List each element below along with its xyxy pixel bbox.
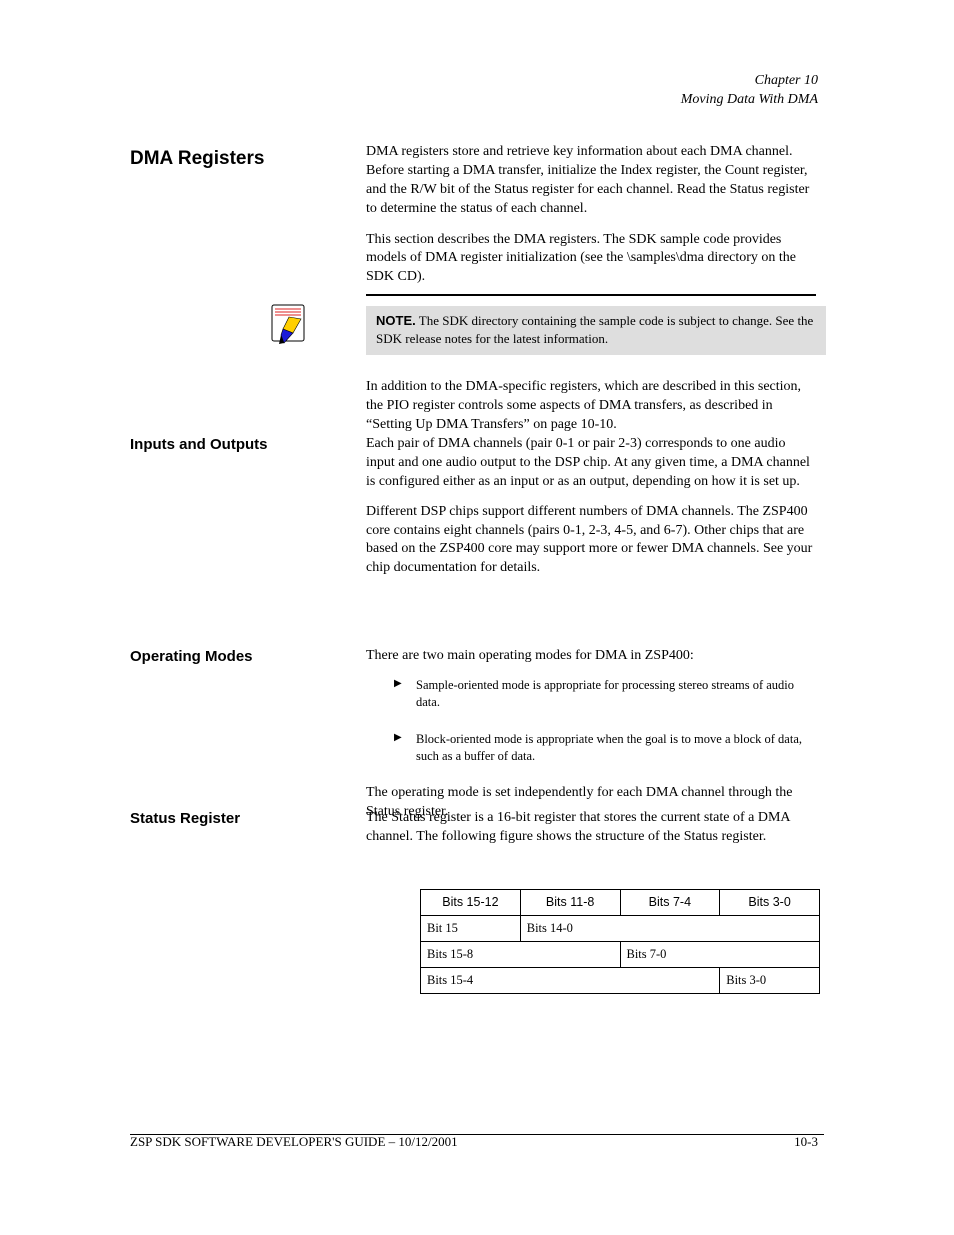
note-text: The SDK directory containing the sample … — [376, 313, 813, 346]
body-operating-modes: There are two main operating modes for D… — [366, 647, 816, 833]
subtitle-operating-modes: Operating Modes — [130, 647, 253, 667]
running-header-line1: Chapter 10 — [681, 72, 818, 91]
status-register-table: Bits 15-12 Bits 11-8 Bits 7-4 Bits 3-0 B… — [420, 889, 820, 994]
bits-15-4: Bits 15-4 — [421, 967, 720, 993]
ops-bullet-2: Block-oriented mode is appropriate when … — [394, 731, 816, 765]
rule-above-note — [366, 294, 816, 296]
bits-14-0: Bits 14-0 — [520, 915, 819, 941]
bits-7-4: Bits 7-4 — [620, 890, 720, 916]
subtitle-status-register: Status Register — [130, 809, 240, 829]
footer-left: ZSP SDK SOFTWARE DEVELOPER'S GUIDE – 10/… — [130, 1133, 458, 1151]
footer-right: 10-3 — [794, 1133, 818, 1151]
bits-3-0: Bits 3-0 — [720, 890, 820, 916]
body-inputs-outputs: Each pair of DMA channels (pair 0-1 or p… — [366, 435, 816, 589]
inouts-p1: Each pair of DMA channels (pair 0-1 or p… — [366, 435, 816, 492]
note-box: NOTE. The SDK directory containing the s… — [366, 306, 826, 355]
intro-block: DMA registers store and retrieve key inf… — [366, 143, 816, 299]
ops-intro: There are two main operating modes for D… — [366, 647, 816, 666]
table-row: Bits 15-12 Bits 11-8 Bits 7-4 Bits 3-0 — [421, 890, 820, 916]
bits-7-0-b: Bits 7-0 — [620, 941, 820, 967]
table-row: Bit 15 Bits 14-0 — [421, 915, 820, 941]
bits-15-8: Bits 15-8 — [421, 941, 621, 967]
para-after-note: In addition to the DMA-specific register… — [366, 378, 816, 435]
section-title: DMA Registers — [130, 146, 264, 172]
bits-15-12: Bits 15-12 — [421, 890, 521, 916]
intro-para-2: This section describes the DMA registers… — [366, 231, 816, 288]
subtitle-inputs-outputs: Inputs and Outputs — [130, 435, 267, 455]
bit-15: Bit 15 — [421, 915, 521, 941]
document-page: Chapter 10 Moving Data With DMA DMA Regi… — [0, 0, 954, 1235]
intro-para-1: DMA registers store and retrieve key inf… — [366, 143, 816, 219]
after-note-text: In addition to the DMA-specific register… — [366, 378, 816, 435]
status-intro: The Status register is a 16-bit register… — [366, 809, 816, 847]
running-header: Chapter 10 Moving Data With DMA — [681, 72, 818, 110]
running-header-line2: Moving Data With DMA — [681, 91, 818, 110]
table-row: Bits 15-4 Bits 3-0 — [421, 967, 820, 993]
bits-11-8: Bits 11-8 — [520, 890, 620, 916]
inouts-p2: Different DSP chips support different nu… — [366, 503, 816, 579]
body-status-register: The Status register is a 16-bit register… — [366, 809, 816, 859]
note-label: NOTE. — [376, 313, 416, 328]
ops-bullets: Sample-oriented mode is appropriate for … — [366, 677, 816, 765]
ops-bullet-1: Sample-oriented mode is appropriate for … — [394, 677, 816, 711]
bits-3-0-b: Bits 3-0 — [720, 967, 820, 993]
note-icon — [269, 303, 309, 345]
table-row: Bits 15-8 Bits 7-0 — [421, 941, 820, 967]
